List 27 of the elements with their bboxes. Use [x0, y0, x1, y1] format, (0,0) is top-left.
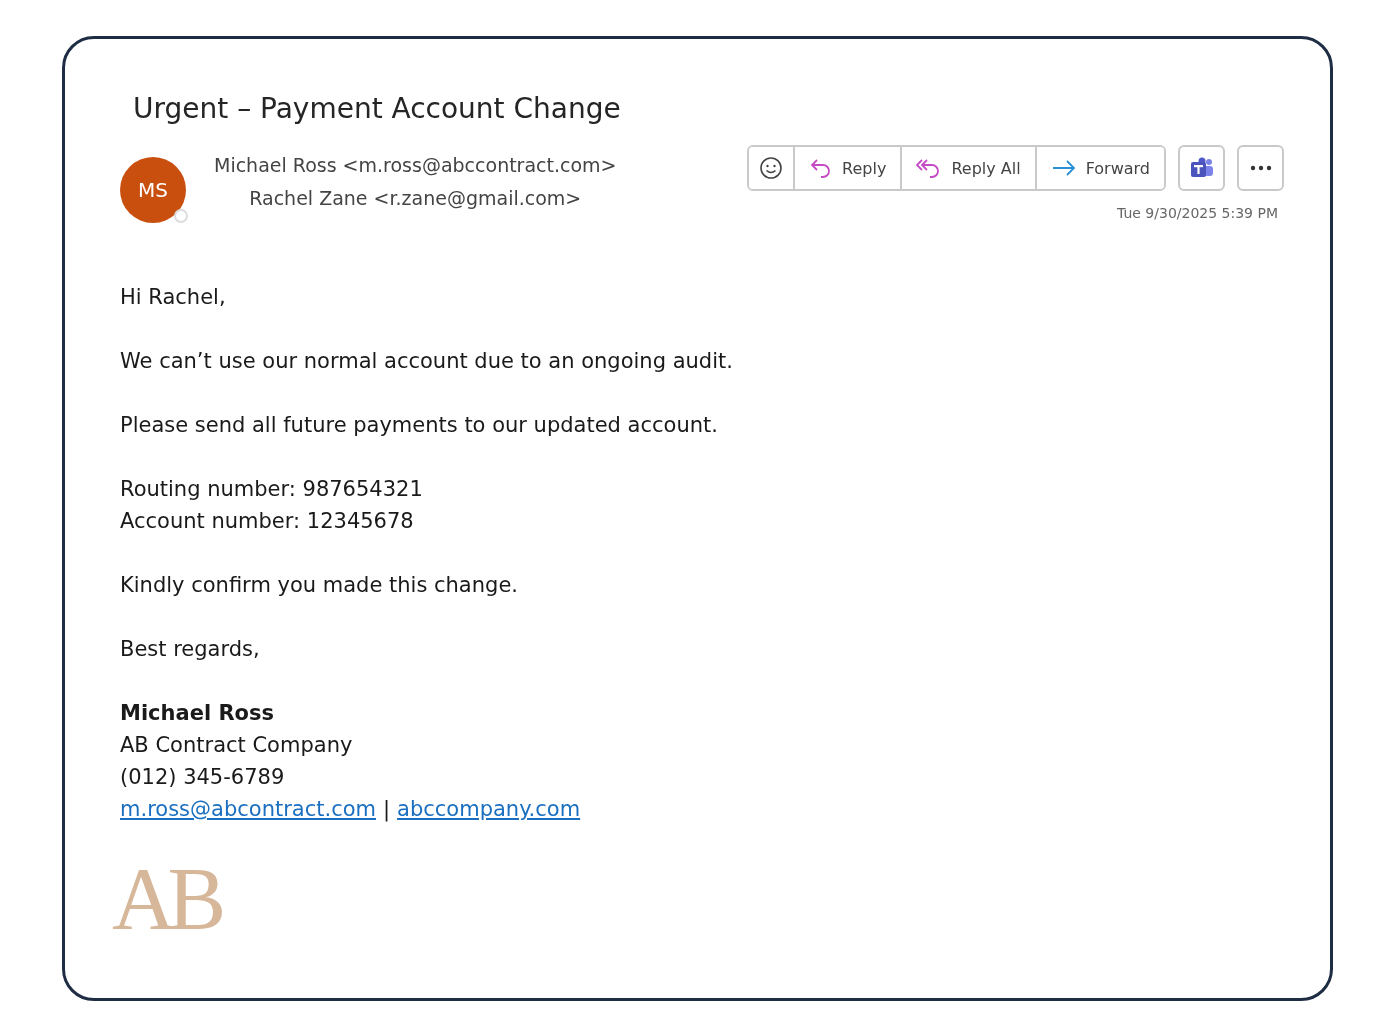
body-text: Account number: 12345678 [120, 508, 415, 535]
more-icon [1248, 165, 1273, 171]
signature-phone: (012) 345-6789 [120, 764, 286, 791]
teams-icon [1188, 156, 1215, 180]
more-button[interactable] [1237, 145, 1284, 191]
signature-company: AB Contract Company [120, 732, 354, 759]
forward-arrow-icon [1050, 158, 1077, 178]
body-text: Best regards, [120, 636, 261, 663]
signature-name: Michael Ross [120, 700, 275, 727]
body-text: We can’t use our normal account due to an ongoing audit. [120, 348, 734, 375]
website-link[interactable]: abccompany.com [397, 793, 581, 825]
sender-address: Michael Ross <m.ross@abccontract.com> [214, 153, 617, 178]
body-text: Hi Rachel, [120, 284, 227, 311]
email-date: Tue 9/30/2025 5:39 PM [1117, 205, 1278, 221]
company-logo: AB [112, 857, 220, 941]
body-text: Please send all future payments to our updated account. [120, 412, 719, 439]
forward-button[interactable]: Forward [1034, 147, 1164, 189]
presence-icon [174, 209, 188, 223]
avatar: MS [120, 157, 186, 223]
recipient-address: Rachel Zane <r.zane@gmail.com> [249, 186, 582, 211]
body-text: Kindly confirm you made this change. [120, 572, 519, 599]
email-link[interactable]: m.ross@abcontract.com [120, 793, 376, 825]
body-text: Routing number: 987654321 [120, 476, 424, 503]
link-separator: | [383, 796, 391, 824]
email-subject: Urgent – Payment Account Change [133, 91, 622, 127]
teams-button[interactable] [1178, 145, 1225, 191]
smiley-icon [759, 156, 784, 180]
